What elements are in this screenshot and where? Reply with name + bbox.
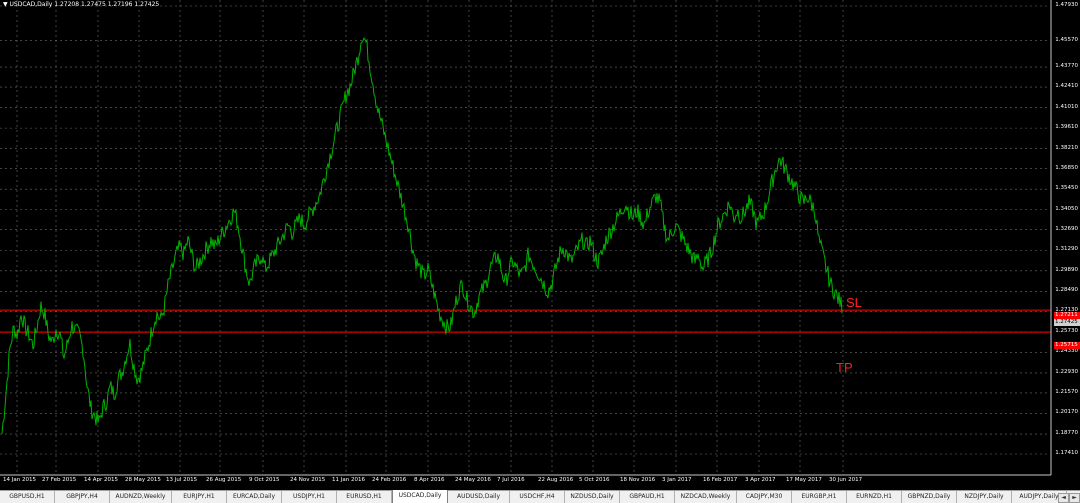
price-tick-label: 1.42410 — [1055, 83, 1078, 90]
tab-nzdjpy-daily[interactable]: NZDJPY,Daily — [957, 491, 1012, 503]
price-series-line — [1, 37, 843, 434]
tab-scroll-left-icon[interactable]: ◄ — [1058, 493, 1069, 503]
price-tick-label: 1.31290 — [1055, 246, 1078, 253]
time-tick-label: 24 May 2016 — [455, 477, 491, 483]
time-tick-label: 16 Feb 2017 — [703, 477, 738, 483]
bid-price-tag: 1.27425 — [1054, 319, 1080, 326]
time-tick-label: 9 Oct 2015 — [249, 477, 280, 483]
price-tick-label: 1.38210 — [1055, 144, 1078, 151]
tp-price-tag: 1.25715 — [1054, 342, 1080, 349]
tab-audusd-daily[interactable]: AUDUSD,Daily — [448, 491, 510, 503]
tab-eurcad-daily[interactable]: EURCAD,Daily — [227, 491, 282, 503]
price-tick-label: 1.29890 — [1055, 266, 1078, 273]
time-tick-label: 27 Feb 2015 — [42, 477, 77, 483]
tp-annotation: TP — [836, 360, 853, 375]
time-tick-label: 3 Apr 2017 — [745, 477, 776, 483]
price-tick-label: 1.25730 — [1055, 327, 1078, 334]
tab-eurnzd-h1[interactable]: EURNZD,H1 — [847, 491, 902, 503]
chart-tab-bar: GBPUSD,H1 GBPJPY,H4 AUDNZD,Weekly EURJPY,H1… — [0, 490, 1080, 503]
price-tick-label: 1.24330 — [1055, 348, 1078, 355]
tab-eurusd-h1[interactable]: EURUSD,H1 — [337, 491, 392, 503]
tab-audnzd-weekly[interactable]: AUDNZD,Weekly — [110, 491, 172, 503]
time-tick-label: 24 Nov 2015 — [290, 477, 326, 483]
time-tick-label: 17 May 2017 — [786, 477, 822, 483]
price-tick-label: 1.22930 — [1055, 368, 1078, 375]
time-tick-label: 18 Nov 2016 — [620, 477, 656, 483]
chart-window[interactable]: ▼ USDCAD,Daily 1.27208 1.27475 1.27196 1… — [0, 0, 1080, 490]
tab-nzdcad-weekly[interactable]: NZDCAD,Weekly — [675, 491, 737, 503]
time-tick-label: 3 Jan 2017 — [662, 477, 692, 483]
price-tick-label: 1.17410 — [1055, 450, 1078, 456]
price-tick-label: 1.35450 — [1055, 185, 1078, 192]
price-tick-label: 1.28490 — [1055, 287, 1078, 294]
time-tick-label: 14 Apr 2015 — [84, 477, 119, 483]
price-tick-label: 1.21570 — [1055, 388, 1078, 395]
tab-gbpnzd-daily[interactable]: GBPNZD,Daily — [902, 491, 957, 503]
price-tick-label: 1.47930 — [1055, 2, 1078, 8]
price-tick-label: 1.34050 — [1055, 205, 1078, 212]
price-tick-label: 1.45570 — [1055, 36, 1078, 43]
time-tick-label: 28 May 2015 — [125, 477, 161, 483]
price-tick-label: 1.39610 — [1055, 124, 1078, 131]
price-tick-label: 1.20170 — [1055, 409, 1078, 416]
tab-usdchf-h4[interactable]: USDCHF,H4 — [510, 491, 565, 503]
time-tick-label: 30 Jun 2017 — [829, 477, 863, 483]
time-tick-label: 24 Feb 2016 — [372, 477, 407, 483]
price-chart[interactable] — [0, 0, 1080, 490]
tab-gbpaud-h1[interactable]: GBPAUD,H1 — [620, 491, 675, 503]
time-tick-label: 11 Jan 2016 — [332, 477, 365, 483]
price-tick-label: 1.36850 — [1055, 164, 1078, 171]
sl-annotation: SL — [846, 295, 862, 310]
price-tick-label: 1.41010 — [1055, 103, 1078, 110]
tab-scroll-right-icon[interactable]: ► — [1069, 493, 1080, 503]
sl-price-tag: 1.27211 — [1054, 312, 1080, 319]
chart-grid — [0, 0, 1050, 475]
price-tick-label: 1.43770 — [1055, 63, 1078, 70]
time-tick-label: 8 Apr 2016 — [414, 477, 445, 483]
tab-cadjpy-m30[interactable]: CADJPY,M30 — [737, 491, 792, 503]
time-tick-label: 7 Jul 2016 — [497, 477, 525, 483]
time-tick-label: 5 Oct 2016 — [579, 477, 610, 483]
tab-gbpjpy-h4[interactable]: GBPJPY,H4 — [55, 491, 110, 503]
tab-usdcad-daily[interactable]: USDCAD,Daily — [392, 490, 448, 503]
time-tick-label: 14 Jan 2015 — [3, 477, 36, 483]
time-tick-label: 22 Aug 2016 — [538, 477, 574, 483]
tab-eurjpy-h1[interactable]: EURJPY,H1 — [172, 491, 227, 503]
price-tick-label: 1.18770 — [1055, 430, 1078, 437]
tab-nzdusd-daily[interactable]: NZDUSD,Daily — [565, 491, 620, 503]
tab-gbpusd-h1[interactable]: GBPUSD,H1 — [0, 491, 55, 503]
price-tick-label: 1.32690 — [1055, 225, 1078, 232]
time-tick-label: 26 Aug 2015 — [206, 477, 242, 483]
tab-usdjpy-h1[interactable]: USDJPY,H1 — [282, 491, 337, 503]
tab-eurgbp-h1[interactable]: EURGBP,H1 — [792, 491, 847, 503]
time-tick-label: 13 Jul 2015 — [166, 477, 198, 483]
chart-header: ▼ USDCAD,Daily 1.27208 1.27475 1.27196 1… — [3, 1, 160, 8]
